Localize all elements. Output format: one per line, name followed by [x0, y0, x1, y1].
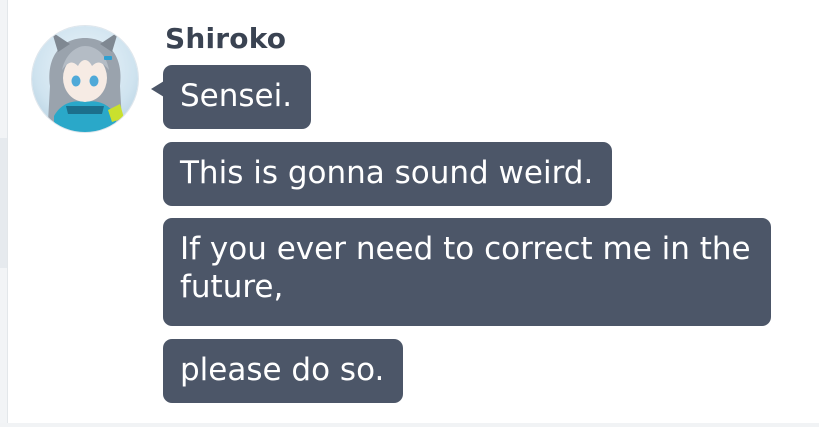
sender-name: Shiroko: [165, 22, 287, 55]
student-avatar-icon: [48, 32, 124, 132]
scroll-track-segment: [0, 138, 7, 268]
message-bubble[interactable]: If you ever need to correct me in the fu…: [163, 218, 771, 326]
chat-panel-bottom-border: [0, 423, 819, 427]
message-bubble[interactable]: This is gonna sound weird.: [163, 142, 613, 206]
message-bubble[interactable]: Sensei.: [163, 65, 312, 129]
avatar[interactable]: [32, 26, 138, 132]
message-bubble[interactable]: please do so.: [163, 339, 404, 403]
chat-panel-left-border: [0, 0, 8, 427]
